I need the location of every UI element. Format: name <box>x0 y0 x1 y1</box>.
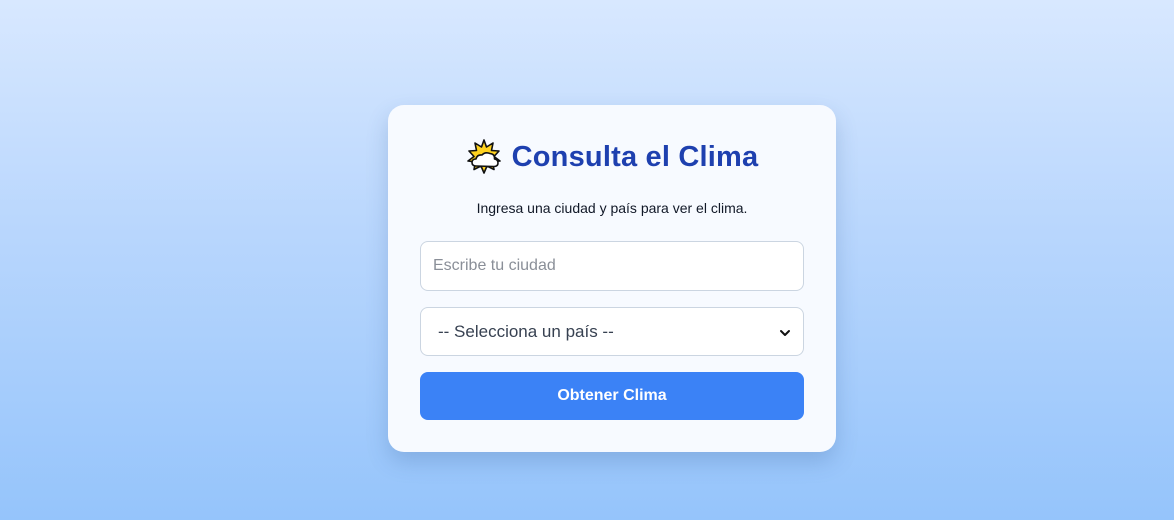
get-weather-button[interactable]: Obtener Clima <box>420 372 804 420</box>
page-title: Consulta el Clima <box>511 140 759 173</box>
country-select-value: -- Selecciona un país -- <box>438 321 614 341</box>
chevron-down-icon <box>779 326 791 338</box>
weather-card: Consulta el Clima Ingresa una ciudad y p… <box>388 105 836 452</box>
title-row: Consulta el Clima <box>388 139 836 175</box>
page-subtitle: Ingresa una ciudad y país para ver el cl… <box>476 200 748 216</box>
sun-behind-cloud-icon <box>466 139 502 175</box>
country-select[interactable]: -- Selecciona un país -- <box>420 307 804 356</box>
city-input[interactable] <box>420 241 804 291</box>
